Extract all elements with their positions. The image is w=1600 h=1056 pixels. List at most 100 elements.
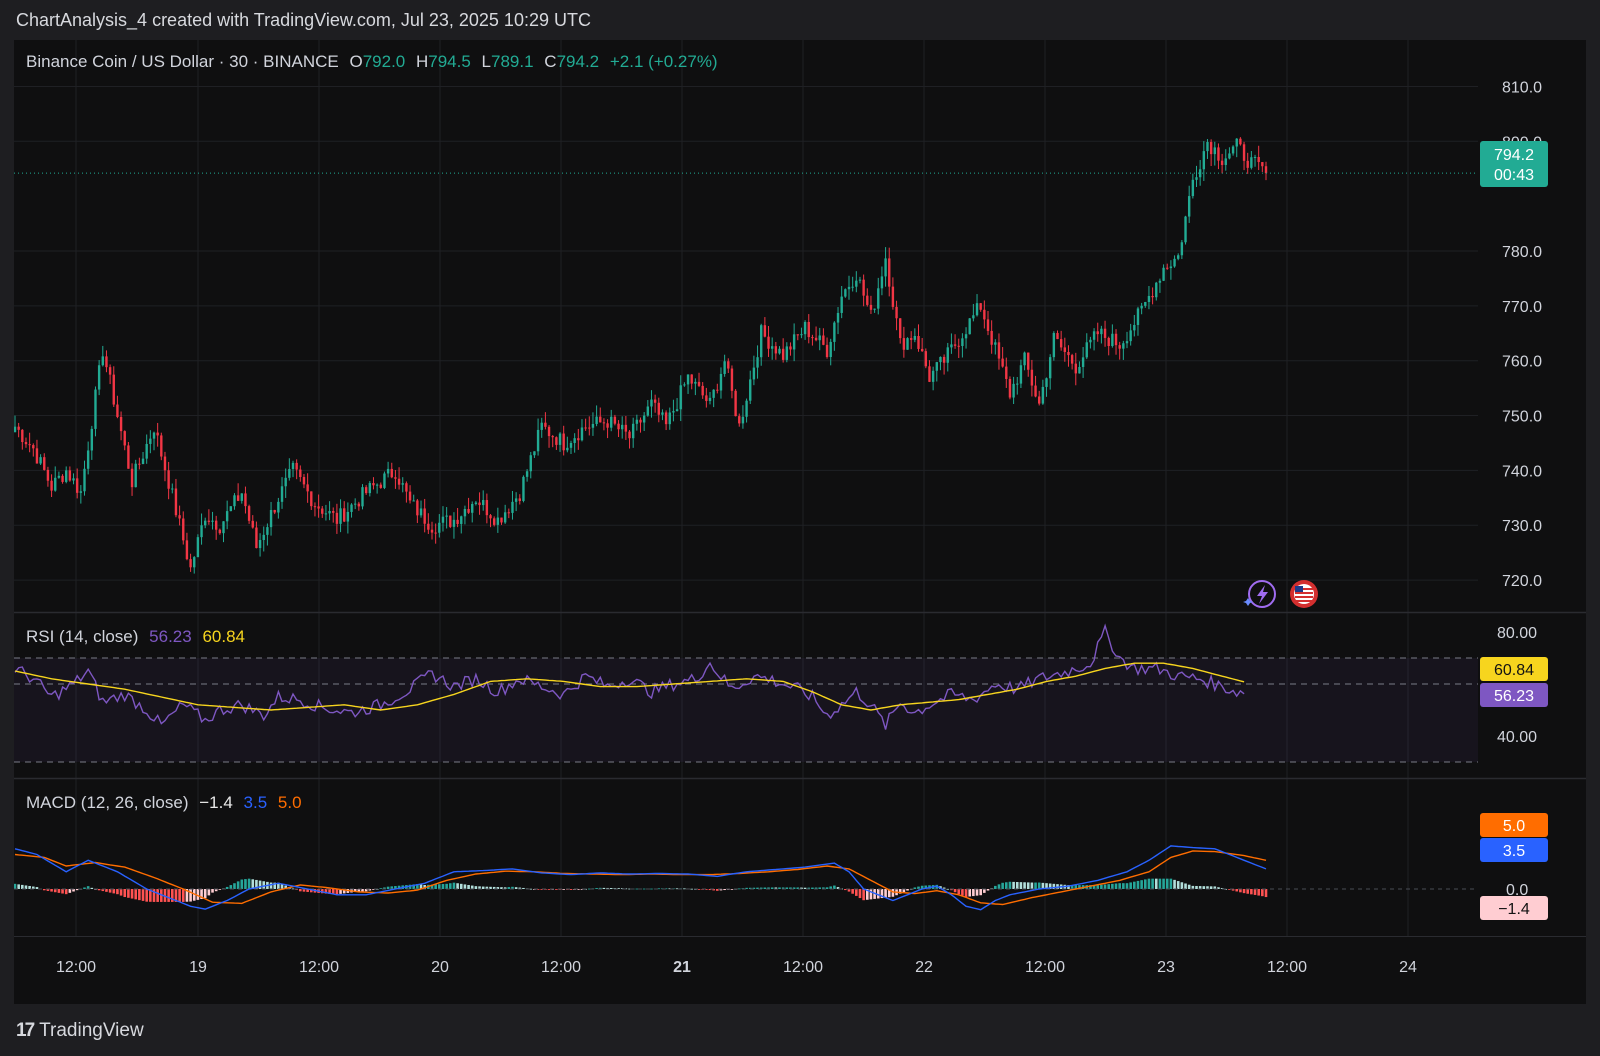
candle-body — [778, 348, 781, 354]
macd-histogram-bar — [1008, 881, 1012, 889]
candle-body — [1063, 347, 1067, 352]
macd-histogram-bar — [514, 887, 518, 889]
macd-histogram-bar — [522, 887, 525, 889]
candle-body — [54, 477, 57, 491]
candle-body — [833, 322, 836, 342]
chart-canvas[interactable]: 810.0800.0780.0770.0760.0750.0740.0730.0… — [14, 40, 1586, 1004]
candle-body — [405, 483, 408, 492]
macd-histogram-bar — [730, 889, 734, 890]
candle-body — [423, 508, 426, 524]
us-flag-icon[interactable] — [1290, 580, 1318, 608]
macd-histogram-bar — [650, 888, 653, 890]
candle-body — [869, 304, 873, 310]
candle-body — [796, 334, 799, 336]
candle-body — [844, 289, 847, 297]
candle-body — [255, 527, 258, 549]
macd-histogram-bar — [467, 884, 470, 889]
macd-histogram-bar — [953, 889, 957, 893]
macd-histogram-bar — [1023, 882, 1026, 889]
flag-icon-stripe — [1295, 600, 1313, 602]
candle-body — [555, 437, 558, 445]
candle-body — [1264, 166, 1268, 174]
macd-histogram-bar — [14, 883, 17, 889]
candle-body — [551, 436, 554, 438]
macd-histogram-bar — [379, 888, 383, 890]
macd-histogram-bar — [189, 889, 192, 902]
candle-body — [588, 427, 591, 429]
macd-histogram-bar — [1209, 886, 1213, 889]
candle-body — [1074, 363, 1077, 374]
candle-body — [178, 515, 181, 519]
macd-histogram-bar — [1173, 879, 1176, 889]
tradingview-footer[interactable]: 17 TradingView — [16, 1020, 144, 1042]
macd-histogram-bar — [97, 889, 101, 891]
candle-body — [986, 319, 990, 331]
candle-body — [1180, 242, 1184, 256]
macd-histogram-bar — [291, 888, 295, 890]
macd-histogram-bar — [770, 887, 774, 889]
macd-histogram-bar — [1114, 883, 1118, 889]
candle-body — [924, 351, 928, 367]
candle-body — [957, 345, 960, 347]
candle-body — [72, 478, 75, 481]
candle-body — [679, 385, 682, 410]
candle-body — [602, 422, 606, 424]
candle-body — [346, 511, 350, 522]
macd-histogram-bar — [825, 887, 829, 889]
candle-body — [1191, 179, 1195, 197]
candle-body — [983, 309, 986, 320]
candle-body — [321, 508, 324, 514]
macd-histogram-bar — [225, 886, 229, 889]
macd-histogram-bar — [452, 882, 456, 889]
candle-body — [492, 518, 496, 525]
candle-body — [657, 402, 660, 415]
candle-body — [690, 374, 693, 384]
rsi-tick-label: 80.00 — [1497, 625, 1537, 642]
chart-frame[interactable]: 810.0800.0780.0770.0760.0750.0740.0730.0… — [14, 40, 1586, 1004]
candle-body — [386, 468, 390, 474]
macd-histogram-bar — [83, 887, 86, 889]
macd-histogram-bar — [1037, 882, 1041, 889]
macd-hist-badge-text: −1.4 — [1498, 901, 1530, 918]
candle-body — [357, 503, 361, 507]
candle-body — [1151, 295, 1154, 298]
candle-body — [46, 469, 50, 481]
candle-body — [712, 389, 715, 398]
macd-histogram-bar — [24, 885, 28, 889]
candle-body — [353, 503, 357, 505]
macd-histogram-bar — [269, 882, 273, 889]
candle-body — [332, 511, 335, 513]
candle-body — [141, 458, 145, 465]
macd-histogram-bar — [858, 889, 862, 899]
candle-body — [1125, 341, 1129, 344]
macd-histogram-bar — [1136, 880, 1140, 889]
candle-body — [1217, 147, 1220, 161]
macd-histogram-bar — [218, 889, 222, 890]
candle-body — [269, 510, 273, 528]
macd-histogram-bar — [1264, 889, 1268, 898]
macd-histogram-bar — [35, 887, 39, 889]
candle-body — [624, 424, 628, 432]
candle-body — [708, 397, 712, 401]
candle-body — [1147, 295, 1151, 303]
candle-body — [1162, 267, 1165, 281]
rsi-tick-label: 40.00 — [1497, 729, 1537, 746]
price-tick-label: 780.0 — [1502, 244, 1542, 261]
macd-histogram-bar — [946, 888, 950, 890]
macd-histogram-bar — [675, 888, 679, 890]
candle-body — [222, 521, 225, 534]
candle-body — [463, 508, 467, 517]
candle-body — [419, 508, 423, 516]
candle-body — [522, 476, 525, 501]
macd-histogram-bar — [178, 889, 181, 902]
candle-body — [723, 361, 726, 374]
lightning-icon[interactable] — [1243, 580, 1276, 608]
time-tick-label: 22 — [915, 959, 933, 976]
candle-body — [888, 258, 891, 287]
macd-histogram-bar — [562, 889, 565, 890]
candle-body — [928, 366, 931, 382]
candle-body — [734, 390, 737, 417]
candle-body — [262, 534, 265, 541]
candle-body — [430, 529, 434, 533]
macd-histogram-bar — [445, 883, 448, 889]
